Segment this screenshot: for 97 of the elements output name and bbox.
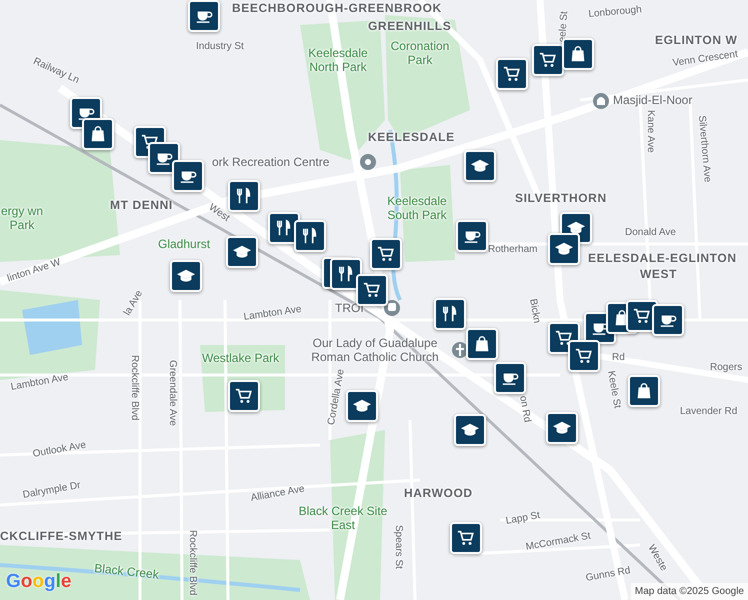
neighborhood-label: WEST [640,268,678,282]
map-marker[interactable] [568,340,600,372]
street-label: Lambton Ave [10,372,70,394]
fork-knife-icon [337,265,355,283]
street-label: Bickn [526,298,542,324]
map-marker[interactable] [652,304,684,336]
map-marker[interactable] [228,380,260,412]
shopping-cart-icon [457,529,475,547]
map-marker[interactable] [434,298,466,330]
map-marker[interactable] [494,362,526,394]
shopping-cart-icon [363,281,381,299]
park-label: ergy wn Park [0,205,44,233]
map-marker[interactable] [464,150,496,182]
map-marker[interactable] [466,328,498,360]
street-label: Outlook Ave [32,440,87,460]
map-marker[interactable] [496,58,528,90]
street-label: McCormack St [525,530,592,554]
neighborhood-label: MT DENNI [110,199,173,213]
street-label: Donald Ave [625,227,676,238]
street-label: Lavender Rd [680,406,738,418]
street-label: Alliance Ave [250,484,306,504]
recreation-centre-icon[interactable] [360,154,376,170]
map-marker[interactable] [188,0,220,32]
neighborhood-label: EELESDALE-EGLINTON [588,252,737,266]
shopping-cart-icon [539,51,557,69]
park-label: Westlake Park [202,352,280,366]
map-marker[interactable] [546,412,578,444]
street-label: Dalrymple Dr [22,480,82,502]
park-label: Coronation Park [390,40,450,68]
street-label: Gunns Rd [585,565,632,584]
street-label: Rotherham [488,244,538,256]
map-marker[interactable] [450,522,482,554]
park-label: Keelesdale South Park [386,195,448,223]
map-marker[interactable] [628,375,660,407]
street-label: Industry St [196,41,244,52]
park-label: Keelesdale North Park [307,47,369,75]
mosque-icon[interactable] [593,93,609,109]
neighborhood-label: EGLINTON W [655,34,738,48]
map-marker[interactable] [346,390,378,422]
map-marker[interactable] [454,414,486,446]
street-label: Keele St [604,370,623,410]
shopping-cart-icon [503,65,521,83]
street-label: Venn Crescent [672,48,739,70]
map-marker[interactable] [172,160,204,192]
neighborhood-label: HARWOOD [404,487,473,501]
shopping-bag-icon [89,125,107,143]
neighborhood-label: CKCLIFFE-SMYTHE [0,530,122,544]
map-marker[interactable] [456,220,488,252]
park-label: Gladhurst [158,238,210,252]
shopping-bag-icon [473,335,491,353]
fork-knife-icon [235,187,253,205]
street-label: Lapp St [505,510,541,528]
neighborhood-label: SILVERTHORN [515,192,607,206]
fork-knife-icon [441,305,459,323]
street-label: Rogers [710,362,742,374]
place-label: Our Lady of Guadalupe Roman Catholic Church [310,337,440,365]
street-label: Spears St [392,525,404,569]
street-label: Kane Ave [644,110,656,153]
park-label: Black Creek Site East [298,505,388,533]
pond [22,300,82,355]
shopping-bag-icon [569,45,587,63]
street-label: Rockcliffe Blvd [186,530,198,596]
map-attribution: Map data ©2025 Google [630,583,748,600]
neighborhood-label: GREENHILLS [368,20,452,34]
shopping-bag-icon [635,382,653,400]
shopping-cart-icon [235,387,253,405]
street-label: Silverthorn Ave [696,115,713,183]
street-label: linton Ave W [6,256,62,285]
neighborhood-label: BEECHBOROUGH-GREENBROOK [232,2,442,16]
street-label: on Rd [516,395,533,424]
street-label: Cordella Ave [326,368,348,426]
shopping-cart-icon [575,347,593,365]
fork-knife-icon [301,227,319,245]
fork-knife-icon [275,219,293,237]
train-station-icon[interactable] [384,300,400,316]
place-label: Masjid-El-Noor [613,94,692,108]
street-label: Lonborough [588,4,642,20]
shopping-cart-icon [555,329,573,347]
map-marker[interactable] [548,233,580,265]
map-marker[interactable] [330,258,362,290]
map-marker[interactable] [82,118,114,150]
shopping-cart-icon [633,307,651,325]
map-marker[interactable] [370,238,402,270]
street-label: Rockcliffe Blvd [128,355,140,420]
map-marker[interactable] [294,220,326,252]
map-marker[interactable] [170,260,202,292]
shopping-cart-icon [377,245,395,263]
street-label: Lambton Ave [243,304,302,324]
google-logo: Google [6,570,72,594]
map-marker[interactable] [226,236,258,268]
place-label: ork Recreation Centre [212,156,330,170]
street-label: Greendale Ave [166,360,178,426]
street-label: la Ave [122,288,146,318]
park-label: Black Creek [94,562,160,582]
street-label: Rd [612,352,625,364]
map-marker[interactable] [532,44,564,76]
map-marker[interactable] [228,180,260,212]
